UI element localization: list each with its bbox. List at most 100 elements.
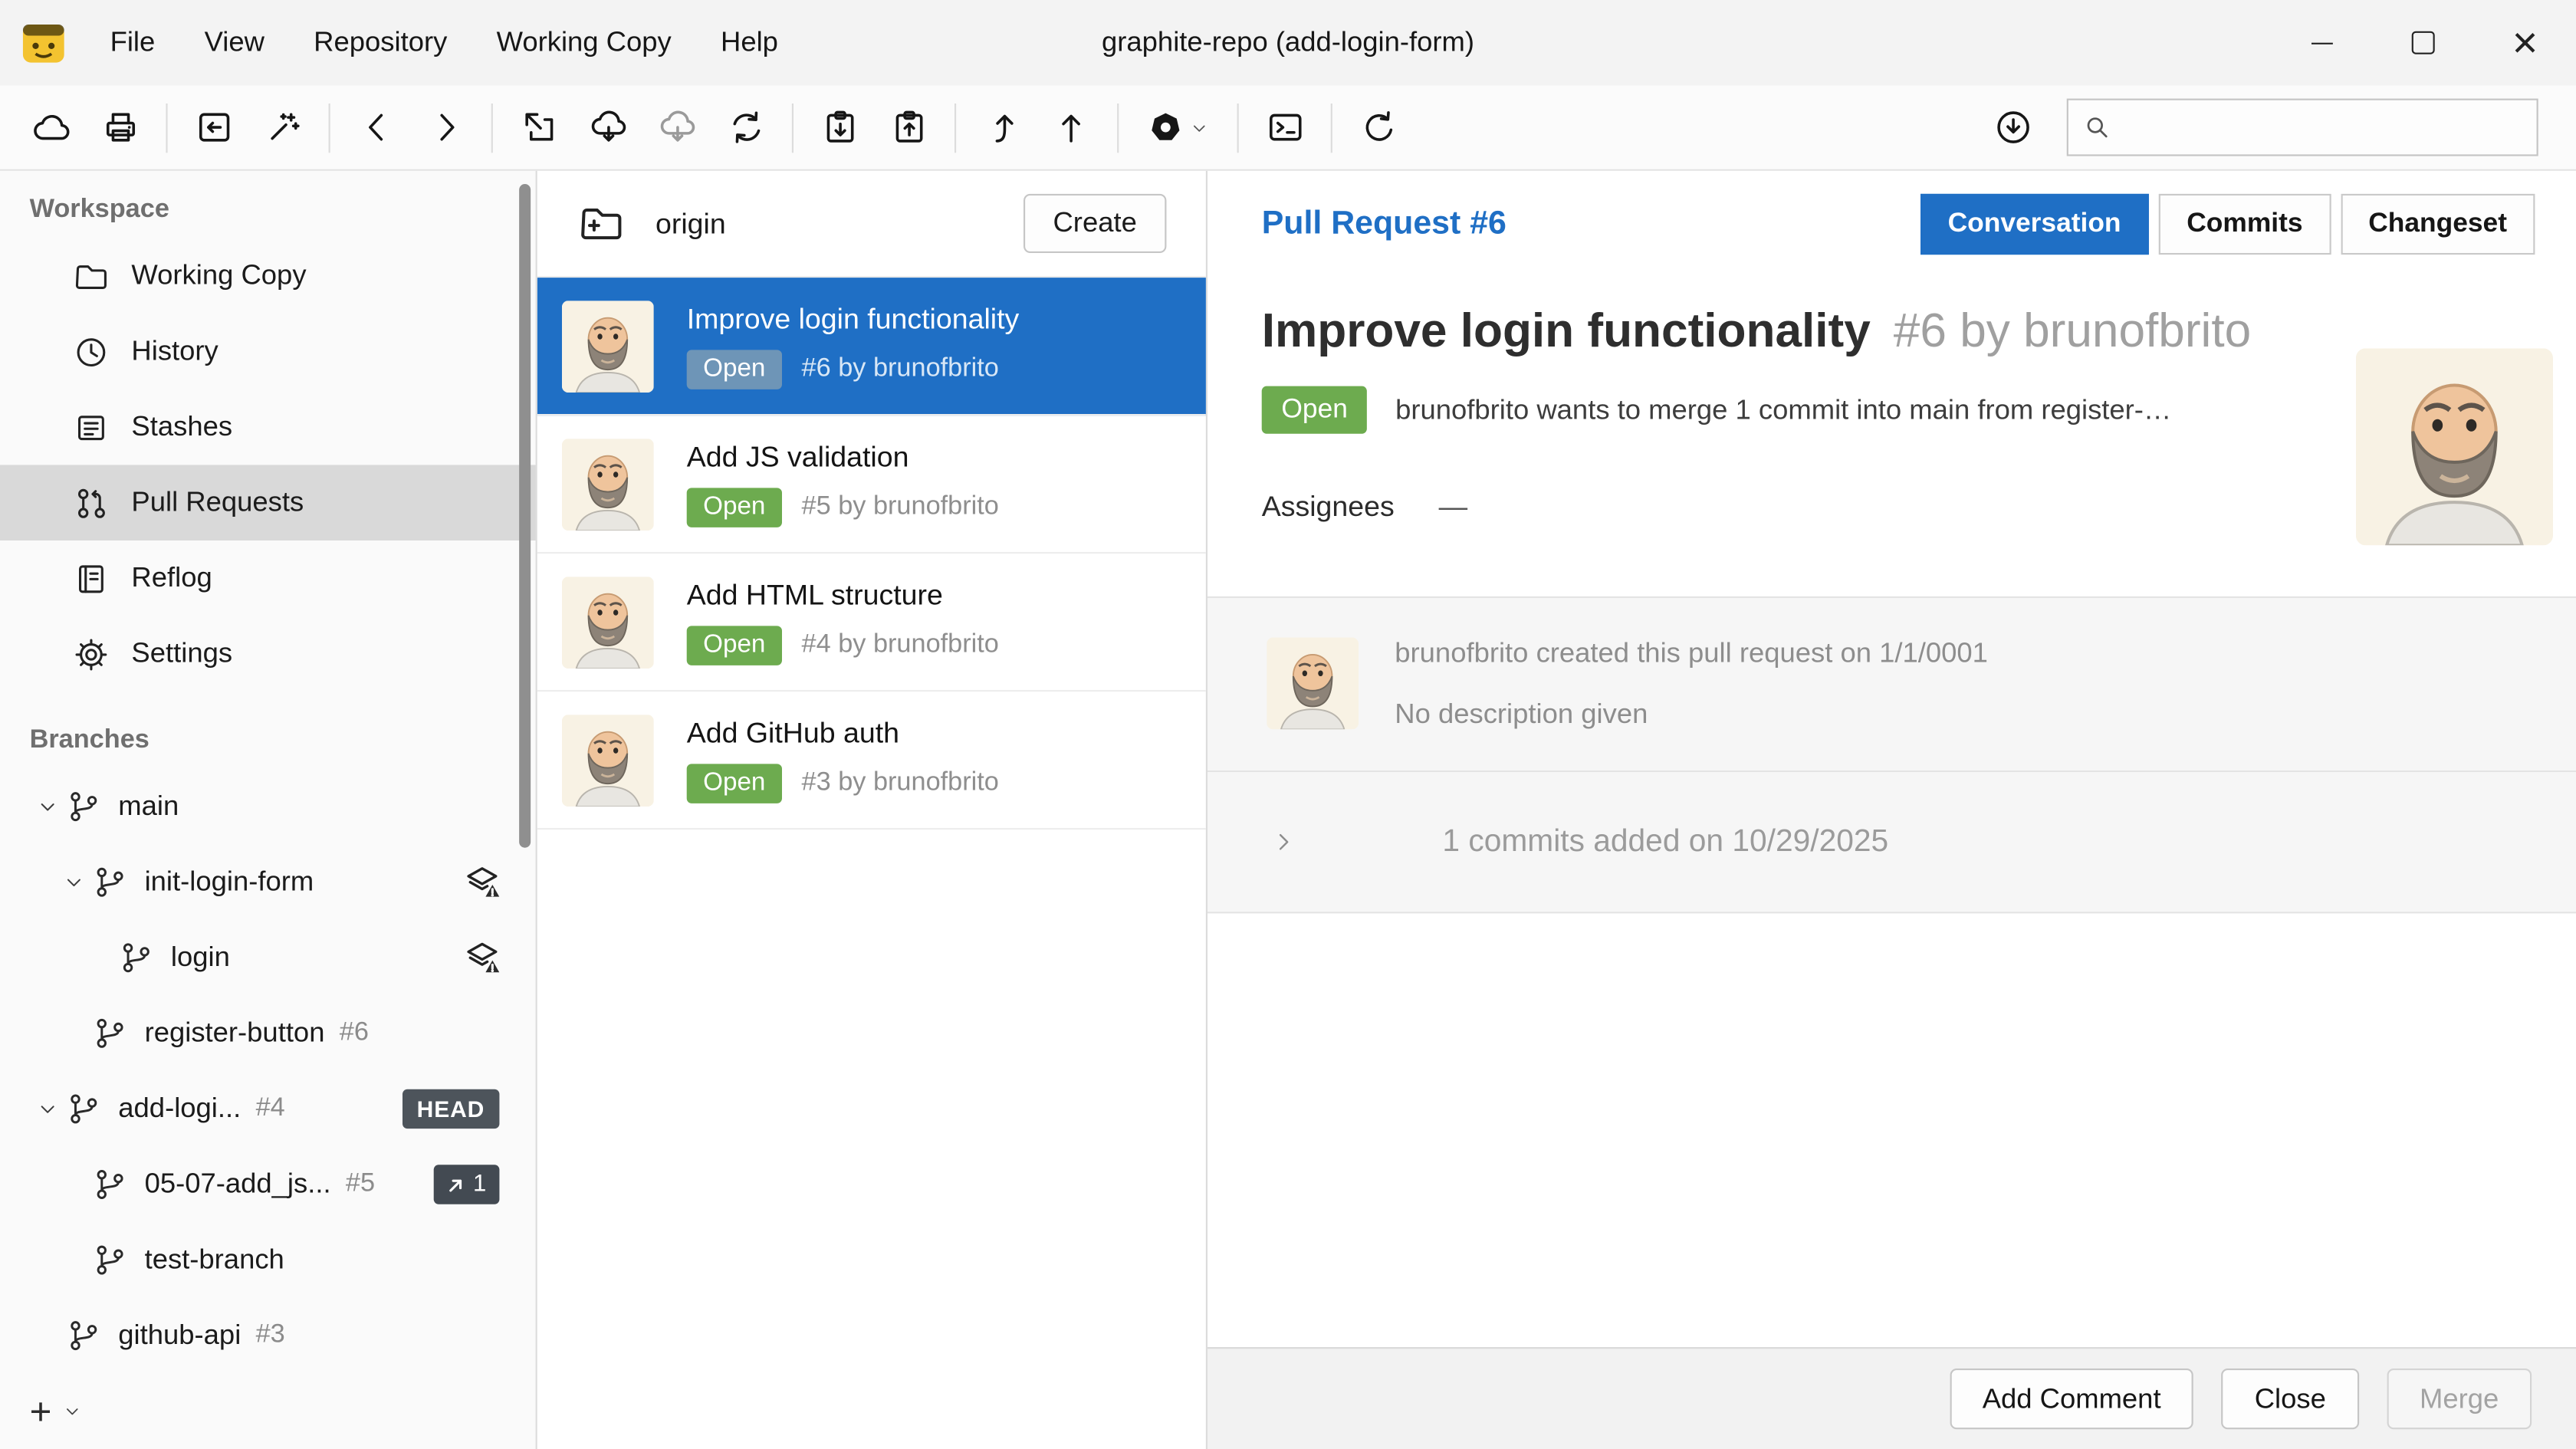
close-pr-button[interactable]: Close [2222, 1368, 2359, 1429]
avatar [1267, 637, 1359, 729]
avatar [2356, 348, 2553, 545]
add-comment-button[interactable]: Add Comment [1950, 1368, 2194, 1429]
tab-commits[interactable]: Commits [2159, 193, 2331, 254]
pr-list-item[interactable]: Add JS validation Open #5 by brunofbrito [537, 416, 1206, 554]
pr-meta: #5 by brunofbrito [802, 493, 999, 523]
window-title: graphite-repo (add-login-form) [1102, 0, 1474, 85]
pr-header-block: Improve login functionality#6 by brunofb… [1208, 276, 2576, 524]
conversation-empty-area [1208, 913, 2576, 1347]
pull-icon[interactable] [642, 94, 711, 160]
chevron-down-icon[interactable] [30, 1097, 66, 1120]
assignees-label: Assignees [1262, 490, 1395, 524]
sidebar-item-pull-requests[interactable]: Pull Requests [0, 465, 536, 540]
sidebar-scrollbar[interactable] [519, 184, 531, 848]
refresh-icon[interactable] [1344, 94, 1413, 160]
created-section: brunofbrito created this pull request on… [1208, 596, 2576, 772]
sidebar-item-label: Stashes [131, 411, 232, 444]
merge-button[interactable]: Merge [2387, 1368, 2532, 1429]
menu-repository[interactable]: Repository [289, 0, 472, 85]
search-input[interactable] [2123, 111, 2524, 144]
menu-view[interactable]: View [179, 0, 289, 85]
toolbar-separator [491, 103, 493, 152]
pr-list-item[interactable]: Add HTML structure Open #4 by brunofbrit… [537, 554, 1206, 692]
minimize-button[interactable] [2270, 0, 2372, 85]
head-badge: HEAD [402, 1089, 499, 1129]
menubar: File View Repository Working Copy Help [85, 0, 803, 85]
sidebar-item-history[interactable]: History [0, 314, 536, 389]
magic-wand-icon[interactable] [248, 94, 317, 160]
menu-file[interactable]: File [85, 0, 179, 85]
open-repository-icon[interactable] [179, 94, 248, 160]
pr-list-item[interactable]: Add GitHub auth Open #3 by brunofbrito [537, 692, 1206, 830]
toolbar-separator [955, 103, 956, 152]
menu-help[interactable]: Help [696, 0, 803, 85]
application-window: File View Repository Working Copy Help g… [0, 0, 2576, 1449]
tab-changeset[interactable]: Changeset [2341, 193, 2535, 254]
nav-forward-icon[interactable] [411, 94, 480, 160]
toolbar-separator [1237, 103, 1239, 152]
share-icon[interactable] [504, 94, 573, 160]
branch-row-05-07-add-js[interactable]: 05-07-add_js... #5 1 [0, 1147, 536, 1223]
branch-icon [66, 1091, 102, 1127]
menu-working-copy[interactable]: Working Copy [472, 0, 695, 85]
main-area: Workspace Working Copy History Stashes P… [0, 171, 2576, 1449]
ahead-badge: 1 [434, 1165, 500, 1204]
branch-row-main[interactable]: main [0, 769, 536, 845]
merge-summary: brunofbrito wants to merge 1 commit into… [1395, 393, 2171, 426]
sidebar-item-settings[interactable]: Settings [0, 616, 536, 692]
chevron-down-icon [63, 1401, 83, 1421]
history-icon [72, 333, 110, 370]
fetch-icon[interactable] [573, 94, 642, 160]
chevron-down-icon[interactable] [56, 871, 92, 894]
expand-commits-icon[interactable] [1270, 828, 1297, 856]
branch-row-register-button[interactable]: register-button #6 [0, 996, 536, 1072]
status-badge: Open [687, 488, 782, 527]
status-badge: Open [1262, 386, 1368, 434]
created-line: brunofbrito created this pull request on… [1395, 637, 1988, 670]
branch-icon [66, 1318, 102, 1354]
branch-icon [92, 864, 128, 900]
pop-stash-icon[interactable] [874, 94, 943, 160]
sync-icon[interactable] [711, 94, 780, 160]
branch-icon [92, 1166, 128, 1202]
nav-back-icon[interactable] [342, 94, 411, 160]
avatar [562, 300, 654, 392]
description-line: No description given [1395, 698, 1988, 731]
tab-conversation[interactable]: Conversation [1920, 193, 2149, 254]
stack-warning-icon [462, 938, 503, 979]
status-badge: Open [687, 350, 782, 389]
push-icon[interactable] [1037, 94, 1106, 160]
pr-list-item[interactable]: Improve login functionality Open #6 by b… [537, 278, 1206, 416]
commits-summary-row[interactable]: 1 commits added on 10/29/2025 [1208, 772, 2576, 913]
printer-icon[interactable] [85, 94, 154, 160]
sidebar-item-label: History [131, 335, 218, 368]
workspace-header: Workspace [30, 196, 536, 225]
create-button[interactable]: Create [1024, 194, 1166, 253]
checkout-icon[interactable] [968, 94, 1037, 160]
maximize-icon [2412, 31, 2435, 54]
reflog-icon [72, 560, 110, 597]
search-box[interactable] [2067, 99, 2538, 156]
stash-icon[interactable] [805, 94, 874, 160]
add-branch-button[interactable]: + [20, 1380, 93, 1442]
terminal-icon[interactable] [1250, 94, 1319, 160]
close-button[interactable]: × [2474, 0, 2576, 85]
folder-icon [72, 257, 110, 294]
branch-row-test-branch[interactable]: test-branch [0, 1222, 536, 1298]
maximize-button[interactable] [2372, 0, 2474, 85]
branch-row-add-login-form[interactable]: add-logi... #4 HEAD [0, 1071, 536, 1147]
sidebar-item-stashes[interactable]: Stashes [0, 389, 536, 465]
git-flow-menu-icon[interactable] [1130, 94, 1225, 160]
plus-icon: + [30, 1392, 52, 1430]
branch-row-github-api[interactable]: github-api #3 [0, 1298, 536, 1374]
clone-repository-icon[interactable] [16, 94, 85, 160]
chevron-down-icon[interactable] [30, 795, 66, 818]
branch-row-login[interactable]: login [0, 920, 536, 996]
updates-icon[interactable] [1978, 94, 2047, 160]
pr-title: Improve login functionality [687, 302, 1020, 337]
sidebar-item-reflog[interactable]: Reflog [0, 540, 536, 616]
sidebar-item-working-copy[interactable]: Working Copy [0, 238, 536, 314]
remote-name: origin [656, 206, 726, 241]
pull-request-icon [72, 484, 110, 521]
branch-row-init-login-form[interactable]: init-login-form [0, 844, 536, 920]
